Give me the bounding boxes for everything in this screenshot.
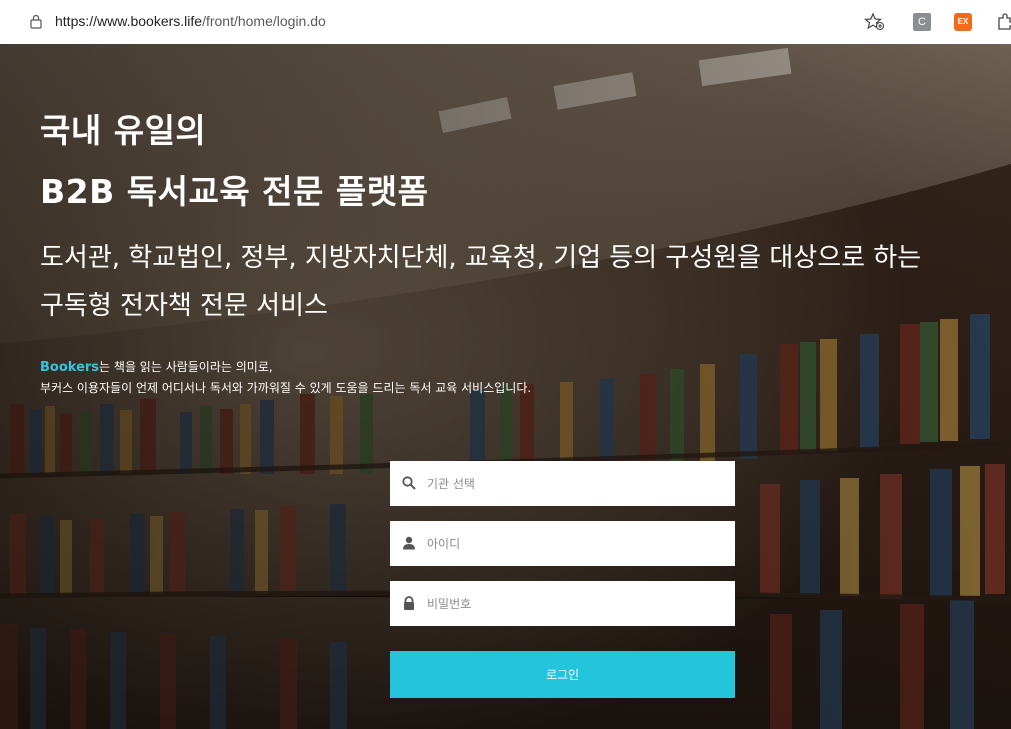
- extension-c-icon[interactable]: C: [913, 13, 931, 31]
- lock-icon: [404, 596, 414, 610]
- lock-icon: [30, 14, 42, 29]
- hero-title-line2: B2B 독서교육 전문 플랫폼: [40, 172, 429, 211]
- hero-subtitle-line2: 구독형 전자책 전문 서비스: [40, 291, 328, 321]
- extension-ex-icon[interactable]: EX: [954, 13, 972, 31]
- institution-select[interactable]: [390, 461, 735, 506]
- desc-line2: 부커스 이용자들이 언제 어디서나 독서와 가까워질 수 있게 도움을 드리는 …: [40, 381, 532, 395]
- password-field[interactable]: [390, 581, 735, 626]
- hero-title-line1: 국내 유일의: [40, 111, 207, 150]
- search-icon: [402, 476, 416, 490]
- password-input[interactable]: [427, 581, 727, 626]
- hero-section: 국내 유일의 B2B 독서교육 전문 플랫폼 도서관, 학교법인, 정부, 지방…: [0, 44, 1011, 729]
- user-icon: [403, 536, 415, 550]
- browser-address-bar: https://www.bookers.life/front/home/logi…: [0, 0, 1011, 45]
- user-id-input[interactable]: [427, 521, 727, 566]
- favorite-star-icon[interactable]: [864, 12, 886, 32]
- login-button[interactable]: 로그인: [390, 651, 735, 698]
- desc-line1: 는 책을 읽는 사람들이라는 의미로,: [99, 360, 273, 374]
- hero-description: Bookers는 책을 읽는 사람들이라는 의미로, 부커스 이용자들이 언제 …: [40, 357, 531, 399]
- user-id-field[interactable]: [390, 521, 735, 566]
- hero-subtitle-line1: 도서관, 학교법인, 정부, 지방자치단체, 교육청, 기업 등의 구성원을 대…: [40, 243, 922, 273]
- brand-name: Bookers: [40, 360, 100, 375]
- institution-input[interactable]: [427, 461, 727, 506]
- extensions-puzzle-icon[interactable]: [995, 12, 1011, 32]
- url-text[interactable]: https://www.bookers.life/front/home/logi…: [55, 13, 326, 29]
